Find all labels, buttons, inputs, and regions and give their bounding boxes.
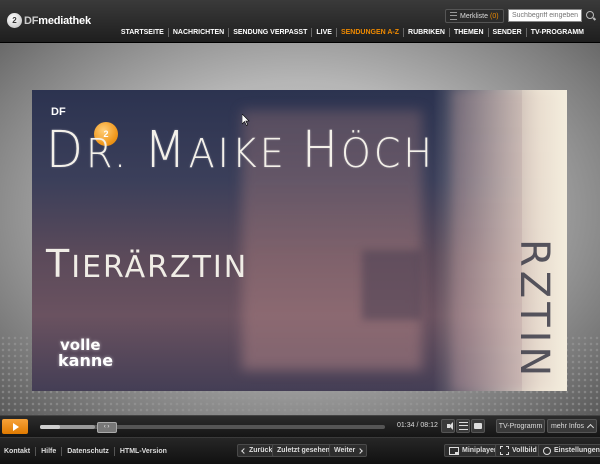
title-cap-1: D [46, 120, 86, 180]
footer-link-kontakt[interactable]: Kontakt [4, 447, 35, 456]
nav-item-live[interactable]: LIVE [311, 28, 336, 37]
footer-bar: Kontakt Hilfe Datenschutz HTML-Version Zurü… [0, 437, 600, 464]
chevron-right-icon [357, 447, 364, 454]
tv-programm-label: TV-Programm [498, 422, 543, 430]
footer-link-html-version[interactable]: HTML-Version [113, 447, 172, 456]
nav-item-themen[interactable]: THEMEN [448, 28, 488, 37]
volume-button[interactable] [441, 419, 455, 433]
subtitle-cap: T [46, 242, 72, 286]
main-navigation: STARTSEITE NACHRICHTEN SENDUNG VERPASST LIV… [117, 28, 588, 37]
title-rest-1: R. [85, 130, 145, 177]
progress-fill [40, 425, 60, 429]
miniplayer-label: Miniplayer [462, 447, 497, 454]
nav-item-sender[interactable]: SENDER [487, 28, 526, 37]
video-title-text: DR. MAIKE HÖCH [46, 121, 435, 180]
time-display: 01:34 / 08:12 [397, 422, 438, 429]
video-subtitle-text: TIERÄRZTIN [46, 242, 248, 286]
subtitles-icon [474, 423, 482, 429]
speaker-icon [446, 422, 453, 430]
nav-item-startseite[interactable]: STARTSEITE [117, 28, 168, 37]
title-cap-2: M [144, 120, 189, 180]
merkliste-button[interactable]: Merkliste (0) [445, 9, 504, 23]
play-button[interactable] [2, 419, 28, 434]
chapters-icon [458, 422, 468, 430]
logo-text-df: DF [24, 14, 39, 27]
seek-handle[interactable]: ‹ › [96, 422, 117, 433]
nav-item-sendungen-a-z[interactable]: SENDUNGEN A-Z [335, 28, 403, 37]
logo-text: DFmediathek [24, 15, 91, 27]
merkliste-label: Merkliste [460, 12, 489, 20]
player-stage: 2 DF DR. MAIKE HÖCH TIERÄRZTIN RZTIN vol… [0, 43, 600, 415]
title-cap-3: H [301, 120, 341, 180]
chevron-up-icon [586, 423, 595, 431]
mehr-infos-label: mehr Infos [550, 422, 585, 430]
search-input[interactable] [508, 9, 582, 22]
title-rest-2: AIKE [188, 130, 302, 177]
channel-logo: 2 DF [51, 106, 118, 146]
subtitle-rest: IERÄRZTIN [71, 250, 249, 285]
tv-programm-button[interactable]: TV-Programm [496, 419, 545, 433]
chevron-left-icon [241, 447, 247, 454]
fullscreen-button[interactable]: Vollbild [495, 444, 542, 457]
mehr-infos-button[interactable]: mehr Infos [547, 419, 597, 433]
settings-label: Einstellungen [554, 447, 600, 454]
forward-label: Weiter [334, 447, 356, 454]
settings-button[interactable]: Einstellungen [538, 444, 600, 457]
fullscreen-icon [500, 446, 509, 455]
miniplayer-button[interactable]: Miniplayer [444, 444, 502, 457]
back-label: Zurück [249, 447, 273, 454]
miniplayer-icon [449, 446, 459, 455]
logo-text-mediathek: mediathek [38, 14, 91, 27]
video-window-area [362, 250, 422, 320]
seek-bar[interactable]: ‹ › [40, 422, 385, 433]
header-bar: 2 DFmediathek Merkliste (0) STARTSEITENA… [0, 0, 600, 43]
logo-mark: 2 [12, 16, 17, 25]
channel-logo-text: DF [51, 106, 66, 118]
zdf-mediathek-logo[interactable]: 2 DFmediathek [7, 13, 91, 28]
list-icon [450, 12, 457, 20]
zdf-logo-icon: 2 [7, 13, 22, 28]
nav-item-tv-programm[interactable]: TV-PROGRAMM [525, 28, 588, 37]
nav-item-sendung-verpasst[interactable]: SENDUNG VERPASST [228, 28, 311, 37]
video-vertical-text: RZTIN [511, 238, 557, 380]
show-logo-line2: kanne [58, 351, 114, 370]
subtitles-button[interactable] [471, 419, 485, 433]
gear-icon [543, 446, 551, 455]
chapters-button[interactable] [456, 419, 470, 433]
recently-watched-label: Zuletzt gesehen [277, 447, 330, 454]
mouse-cursor-icon [242, 114, 250, 126]
merkliste-count: (0) [490, 12, 499, 20]
player-controls: ‹ › 01:34 / 08:12 TV-Programm mehr Infos [0, 415, 600, 438]
footer-links: Kontakt Hilfe Datenschutz HTML-Version [4, 447, 172, 456]
video-frame[interactable]: 2 DF DR. MAIKE HÖCH TIERÄRZTIN RZTIN vol… [32, 90, 567, 391]
nav-item-rubriken[interactable]: RUBRIKEN [403, 28, 449, 37]
forward-button[interactable]: Weiter [329, 444, 368, 457]
footer-link-hilfe[interactable]: Hilfe [35, 447, 61, 456]
search-icon[interactable] [586, 11, 594, 19]
volle-kanne-logo: volle kanne [58, 338, 114, 370]
nav-item-nachrichten[interactable]: NACHRICHTEN [167, 28, 228, 37]
title-rest-3: ÖCH [340, 130, 435, 177]
fullscreen-label: Vollbild [512, 447, 537, 454]
footer-link-datenschutz[interactable]: Datenschutz [61, 447, 114, 456]
recently-watched-button[interactable]: Zuletzt gesehen [272, 444, 335, 457]
